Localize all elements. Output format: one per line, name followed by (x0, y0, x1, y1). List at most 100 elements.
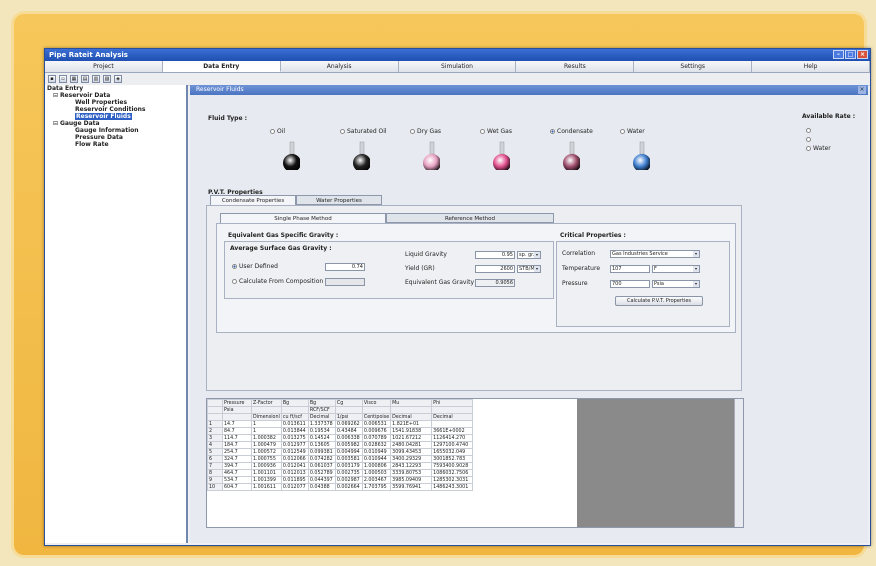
grid-cell[interactable]: 1086032.7506 (431, 469, 474, 477)
print-icon[interactable]: ▨ (103, 75, 111, 83)
grid-header-cell[interactable]: Mu (390, 399, 433, 407)
grid-cell[interactable]: 1.000572 (251, 448, 282, 456)
grid-cell[interactable]: 0.012013 (280, 469, 309, 477)
grid-header-cell[interactable]: Decimal (390, 413, 433, 421)
grid-header-cell[interactable]: Cg (334, 399, 363, 407)
fluid-type-option[interactable]: Water (620, 128, 645, 135)
minimize-button[interactable]: – (833, 50, 844, 59)
menu-analysis[interactable]: Analysis (281, 61, 399, 72)
menu-project[interactable]: Project (45, 61, 163, 72)
fluid-type-radio[interactable] (550, 129, 555, 134)
grid-cell[interactable]: 7593400.9028 (431, 462, 474, 470)
grid-header-cell[interactable] (222, 413, 252, 421)
grid-cell[interactable] (431, 420, 474, 428)
grid-cell[interactable]: 1.000479 (251, 441, 282, 449)
grid-cell[interactable]: 1021.67212 (390, 434, 433, 442)
table-row[interactable]: 2 84.7 1 0.013844 0.19534 0.43484 0.009676 1541… (207, 427, 474, 435)
panel-close-button[interactable]: × (858, 86, 866, 94)
pressure-unit[interactable]: Psia ▾ (652, 280, 700, 288)
grid-header-cell[interactable] (280, 406, 309, 414)
grid-cell[interactable]: 3400.29329 (390, 455, 433, 463)
tree-item[interactable]: ⊟ Reservoir Data (45, 92, 186, 99)
grid-cell[interactable]: 0.012066 (280, 455, 309, 463)
grid-cell[interactable]: 394.7 (222, 462, 252, 470)
yield-unit[interactable]: STB/M ▾ (517, 265, 541, 273)
grid-header-cell[interactable] (207, 406, 223, 414)
grid-cell[interactable]: 2843.12293 (390, 462, 433, 470)
grid-cell[interactable]: 0.43484 (334, 427, 363, 435)
grid-header-cell[interactable]: Psia (222, 406, 252, 414)
table-icon[interactable]: ▤ (81, 75, 89, 83)
grid-header-cell[interactable] (207, 399, 223, 407)
grid-vertical-scrollbar[interactable] (734, 399, 743, 527)
grid-header-cell[interactable]: Decimal (307, 413, 336, 421)
grid-cell[interactable]: 0.009676 (361, 427, 392, 435)
grid-cell[interactable]: 1.821E+01 (390, 420, 433, 428)
fluid-type-radio[interactable] (480, 129, 485, 134)
composition-input[interactable] (325, 278, 365, 286)
grid-cell[interactable]: 1.001611 (251, 483, 282, 491)
calc-composition-radio[interactable] (232, 279, 237, 284)
grid-cell[interactable]: 534.7 (222, 476, 252, 484)
available-rate-option[interactable]: Water (806, 145, 831, 152)
grid-cell[interactable]: 1.000755 (251, 455, 282, 463)
fluid-type-option[interactable]: Wet Gas (480, 128, 512, 135)
grid-cell[interactable]: 0.013611 (280, 420, 309, 428)
tree-item[interactable]: Gauge Information (45, 127, 186, 134)
grid-cell[interactable]: 0.074282 (307, 455, 336, 463)
grid-cell[interactable]: 0.04388 (307, 483, 336, 491)
available-rate-radio[interactable] (806, 128, 811, 133)
table-row[interactable]: 5 254.7 1.000572 0.012549 0.099381 0.004994 0.… (207, 448, 474, 456)
grid-cell[interactable]: 0.003581 (334, 455, 363, 463)
collapse-icon[interactable]: ⊟ (53, 92, 60, 99)
collapse-icon[interactable]: ⊟ (53, 120, 60, 127)
grid-cell[interactable]: 14.7 (222, 420, 252, 428)
open-icon[interactable]: ▫ (59, 75, 67, 83)
grid-cell[interactable]: 0.004994 (334, 448, 363, 456)
grid-cell[interactable]: 184.7 (222, 441, 252, 449)
temperature-input[interactable]: 107 (610, 265, 650, 273)
pressure-input[interactable]: 700 (610, 280, 650, 288)
grid-cell[interactable]: 1.000503 (361, 469, 392, 477)
tab-water-properties[interactable]: Water Properties (296, 195, 382, 205)
close-button[interactable]: × (857, 50, 868, 59)
grid-cell[interactable]: 1285302.3031 (431, 476, 474, 484)
grid-cell[interactable]: 0.006531 (361, 420, 392, 428)
grid-header-cell[interactable]: 1/psi (334, 413, 363, 421)
grid-cell[interactable]: 1.000806 (361, 462, 392, 470)
table-row[interactable]: 8 464.7 1.001101 0.012013 0.052789 0.002735 1.… (207, 469, 474, 477)
grid-header-cell[interactable]: Dimensionl (251, 413, 282, 421)
grid-cell[interactable]: 2.003467 (361, 476, 392, 484)
grid-header-cell[interactable] (390, 406, 433, 414)
grid-header-cell[interactable]: Pressure (222, 399, 252, 407)
grid-cell[interactable]: 0.044397 (307, 476, 336, 484)
grid-cell[interactable]: 1.337378 (307, 420, 336, 428)
menu-data-entry[interactable]: Data Entry (162, 61, 281, 72)
grid-cell[interactable]: 0.052789 (307, 469, 336, 477)
grid-cell[interactable]: 1297100.4740 (431, 441, 474, 449)
fluid-type-option[interactable]: Dry Gas (410, 128, 441, 135)
grid-cell[interactable]: 0.002987 (334, 476, 363, 484)
tree-item[interactable]: ⊟ Gauge Data (45, 120, 186, 127)
grid-cell[interactable]: 0.061037 (307, 462, 336, 470)
grid-header-cell[interactable] (207, 413, 223, 421)
tab-single-phase-method[interactable]: Single Phase Method (220, 213, 386, 223)
grid-cell[interactable]: 0.002735 (334, 469, 363, 477)
grid-cell[interactable]: 3001852.783 (431, 455, 474, 463)
table-row[interactable]: 6 324.7 1.000755 0.012066 0.074282 0.003581 0.… (207, 455, 474, 463)
grid-cell[interactable]: 1 (251, 420, 282, 428)
grid-cell[interactable]: 1.001399 (251, 476, 282, 484)
grid-cell[interactable]: 1541.91838 (390, 427, 433, 435)
tab-condensate-properties[interactable]: Condensate Properties (210, 195, 296, 205)
menu-results[interactable]: Results (516, 61, 635, 72)
tree-item[interactable]: Well Properties (45, 99, 186, 106)
settings-icon[interactable]: ◈ (114, 75, 122, 83)
grid-cell[interactable]: 2480.04281 (390, 441, 433, 449)
calculate-pvt-button[interactable]: Calculate P.V.T. Properties (615, 296, 703, 306)
user-gravity-input[interactable]: 0.74 (325, 263, 365, 271)
menu-help[interactable]: Help (752, 61, 871, 72)
available-rate-option[interactable] (806, 127, 813, 134)
grid-cell[interactable]: 0.002664 (334, 483, 363, 491)
grid-cell[interactable]: 604.7 (222, 483, 252, 491)
grid-cell[interactable]: 0.14524 (307, 434, 336, 442)
